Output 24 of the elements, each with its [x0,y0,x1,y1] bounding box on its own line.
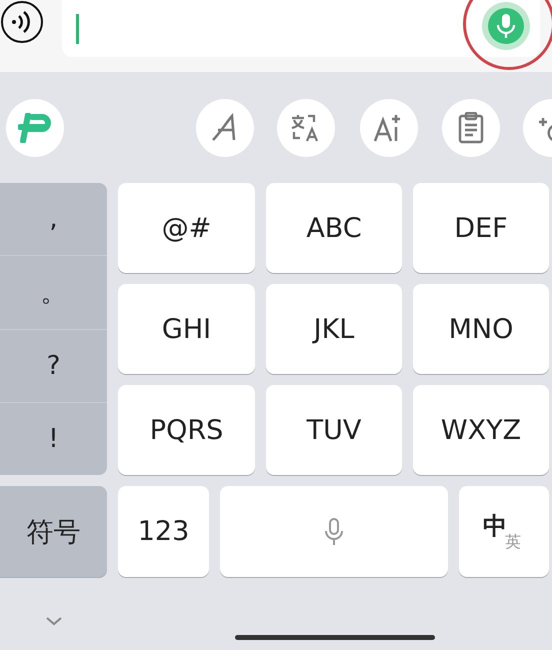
chevron-down-icon[interactable] [45,616,63,626]
letter-key[interactable]: JKL [266,284,402,374]
numbers-key[interactable]: 123 [118,486,209,577]
letter-key[interactable]: MNO [413,284,549,374]
punctuation-key[interactable]: ! [0,402,107,475]
punctuation-key[interactable]: 。 [0,255,107,328]
letter-key[interactable]: @# [118,183,255,273]
logo-icon [18,113,52,143]
letter-key[interactable]: ABC [266,183,402,273]
punctuation-key[interactable]: , [0,183,107,256]
speaker-icon[interactable] [0,0,44,44]
clipboard-icon [457,112,485,144]
text-input-field[interactable] [62,0,540,57]
microphone-icon [324,518,344,546]
letter-key[interactable]: PQRS [118,385,255,475]
symbols-key[interactable]: 符号 [0,486,107,577]
letter-key[interactable]: GHI [118,284,255,374]
punctuation-key[interactable]: ? [0,328,107,402]
microphone-icon [496,13,516,39]
letter-key[interactable]: TUV [266,385,402,475]
letter-key[interactable]: WXYZ [413,385,549,475]
voice-input-button[interactable] [482,2,530,50]
text-cursor [76,14,79,44]
letter-key[interactable]: DEF [413,183,549,273]
